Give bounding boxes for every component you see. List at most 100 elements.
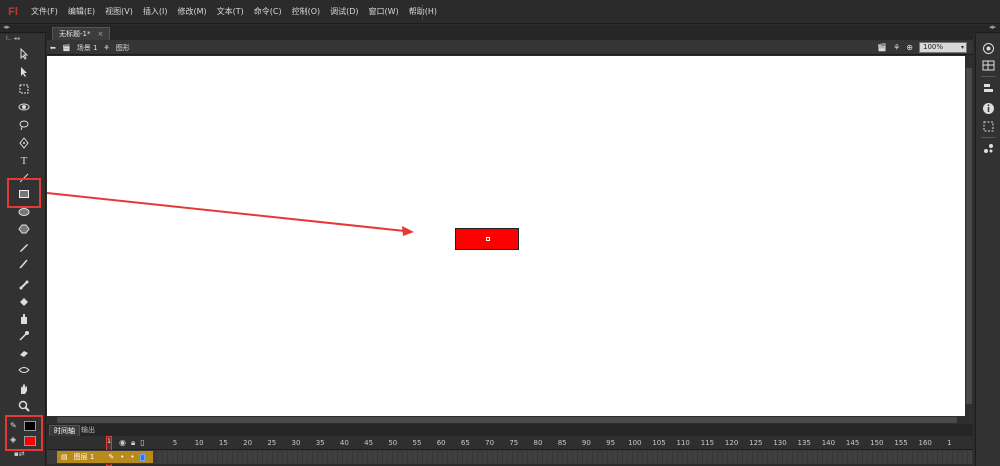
panel-divider bbox=[981, 137, 996, 138]
subselection-tool[interactable] bbox=[14, 64, 34, 80]
lock-dot[interactable]: • bbox=[130, 453, 134, 461]
frame-ruler-number: 55 bbox=[412, 439, 422, 447]
width-icon bbox=[18, 367, 30, 373]
free-transform-icon bbox=[19, 84, 29, 94]
frame-ruler-number: 65 bbox=[460, 439, 470, 447]
eye-icon[interactable]: ◉ bbox=[119, 438, 126, 448]
ink-bottle-icon bbox=[21, 314, 27, 324]
lasso-tool[interactable] bbox=[14, 117, 34, 133]
outline-icon[interactable]: ▯ bbox=[140, 438, 144, 448]
tab-output[interactable]: 输出 bbox=[77, 425, 99, 436]
center-stage-icon[interactable]: ⊕ bbox=[906, 43, 913, 52]
layer-row[interactable]: ▤ 图层 1 ✎ • • bbox=[57, 451, 153, 463]
polystar-tool[interactable] bbox=[14, 221, 34, 237]
paint-bucket-icon bbox=[20, 298, 28, 306]
frame-ruler-number: 20 bbox=[243, 439, 253, 447]
zoom-value: 100% bbox=[923, 43, 944, 51]
rectangle-tool-highlight bbox=[7, 178, 41, 208]
stage-vertical-scrollbar[interactable] bbox=[965, 56, 973, 416]
frame-ruler-number: 50 bbox=[388, 439, 398, 447]
swatches-panel-icon[interactable] bbox=[982, 59, 995, 72]
menu-control[interactable]: 控制(O) bbox=[287, 0, 326, 24]
pen-tool[interactable] bbox=[14, 135, 34, 151]
edit-bar: ⬅ 🎬︎ 场景 1 ⚘ 图形 🎬︎ ⚘ ⊕ 100% ▾ bbox=[47, 40, 973, 55]
menu-debug[interactable]: 调试(D) bbox=[325, 0, 363, 24]
collapse-right-icon[interactable]: ◂▸ bbox=[989, 23, 996, 31]
free-transform-tool[interactable] bbox=[14, 81, 34, 97]
3d-rotation-tool[interactable] bbox=[14, 99, 34, 115]
color-swatches-highlight bbox=[5, 415, 43, 451]
panel-divider bbox=[981, 76, 996, 77]
swap-colors-icon[interactable]: ▪⇄ bbox=[14, 450, 25, 458]
components-panel-icon[interactable] bbox=[982, 142, 995, 155]
frame-ruler-number: 120 bbox=[724, 439, 739, 447]
graphic-symbol-icon: ⚘ bbox=[103, 43, 110, 52]
edit-symbols-icon[interactable]: ⚘ bbox=[893, 43, 900, 52]
text-tool[interactable]: T bbox=[14, 153, 34, 169]
menu-file[interactable]: 文件(F) bbox=[26, 0, 63, 24]
flash-app-window: Fl 文件(F) 编辑(E) 视图(V) 插入(I) 修改(M) 文本(T) 命… bbox=[0, 0, 1000, 466]
tools-panel-header: I.. ◂◂ bbox=[6, 35, 20, 42]
frame-ruler-number: 100 bbox=[628, 439, 642, 447]
horizontal-scroll-thumb[interactable] bbox=[57, 417, 957, 423]
chevron-down-icon: ▾ bbox=[960, 44, 964, 51]
frame-ruler-number: 15 bbox=[218, 439, 228, 447]
visible-dot[interactable]: • bbox=[120, 453, 124, 461]
vertical-scroll-thumb[interactable] bbox=[966, 68, 972, 404]
hand-tool[interactable] bbox=[14, 381, 34, 397]
pencil-tool[interactable] bbox=[14, 239, 34, 255]
close-tab-icon[interactable]: × bbox=[97, 28, 103, 40]
bone-tool[interactable] bbox=[14, 277, 34, 293]
pencil-edit-icon: ✎ bbox=[108, 453, 115, 461]
menu-commands[interactable]: 命令(C) bbox=[249, 0, 287, 24]
subselection-arrow-icon bbox=[21, 67, 27, 77]
transform-panel-icon[interactable] bbox=[982, 120, 995, 133]
frame-ruler-number: 125 bbox=[749, 439, 763, 447]
frame-ruler-number: 150 bbox=[870, 439, 884, 447]
outline-swatch[interactable] bbox=[140, 453, 146, 461]
registration-point bbox=[486, 237, 490, 241]
magnifier-icon bbox=[18, 400, 30, 412]
frame-ruler-number: 110 bbox=[676, 439, 690, 447]
menubar: Fl 文件(F) 编辑(E) 视图(V) 插入(I) 修改(M) 文本(T) 命… bbox=[0, 0, 1000, 24]
lasso-icon bbox=[19, 120, 29, 131]
menu-insert[interactable]: 插入(I) bbox=[138, 0, 173, 24]
edit-scene-icon[interactable]: 🎬︎ bbox=[877, 43, 887, 52]
symbol-label[interactable]: 图形 bbox=[116, 43, 130, 53]
eyedropper-tool[interactable] bbox=[14, 328, 34, 344]
tools-panel: I.. ◂◂ T ✎ ◈ ▪⇄ bbox=[0, 34, 46, 466]
menu-window[interactable]: 窗口(W) bbox=[364, 0, 404, 24]
frame-ruler-number: 10 bbox=[194, 439, 204, 447]
align-panel-icon[interactable] bbox=[982, 82, 995, 95]
brush-tool[interactable] bbox=[14, 256, 34, 272]
document-tab[interactable]: 无标题-1* × bbox=[52, 27, 111, 40]
red-rectangle-shape[interactable] bbox=[455, 228, 519, 250]
collapse-left-icon[interactable]: ◂▸ bbox=[3, 23, 10, 31]
annotation-arrow bbox=[47, 192, 414, 236]
frame-ruler-number: 25 bbox=[267, 439, 277, 447]
stage-horizontal-scrollbar[interactable] bbox=[47, 416, 973, 424]
lock-icon[interactable]: 🔒︎ bbox=[131, 438, 135, 448]
frame-ruler-number: 30 bbox=[291, 439, 301, 447]
back-arrow-icon[interactable]: ⬅ bbox=[50, 44, 56, 52]
scene-label[interactable]: 场景 1 bbox=[77, 43, 98, 53]
frame-ruler-number: 135 bbox=[797, 439, 811, 447]
color-panel-icon[interactable] bbox=[982, 42, 995, 55]
zoom-tool[interactable] bbox=[14, 398, 34, 414]
frame-grid[interactable] bbox=[158, 451, 973, 463]
eraser-tool[interactable] bbox=[14, 345, 34, 361]
width-tool[interactable] bbox=[14, 362, 34, 378]
tab-timeline[interactable]: 时间轴 bbox=[49, 425, 80, 436]
frame-ruler-number: 95 bbox=[606, 439, 616, 447]
selection-tool[interactable] bbox=[14, 46, 34, 62]
zoom-select[interactable]: 100% ▾ bbox=[919, 42, 967, 53]
menu-modify[interactable]: 修改(M) bbox=[172, 0, 211, 24]
menu-view[interactable]: 视图(V) bbox=[100, 0, 138, 24]
bone-icon bbox=[19, 280, 29, 290]
3d-rotation-icon bbox=[18, 103, 30, 111]
ink-bottle-tool[interactable] bbox=[14, 311, 34, 327]
paint-bucket-tool[interactable] bbox=[14, 294, 34, 310]
menu-edit[interactable]: 编辑(E) bbox=[63, 0, 100, 24]
menu-text[interactable]: 文本(T) bbox=[212, 0, 249, 24]
info-icon[interactable] bbox=[982, 102, 995, 115]
